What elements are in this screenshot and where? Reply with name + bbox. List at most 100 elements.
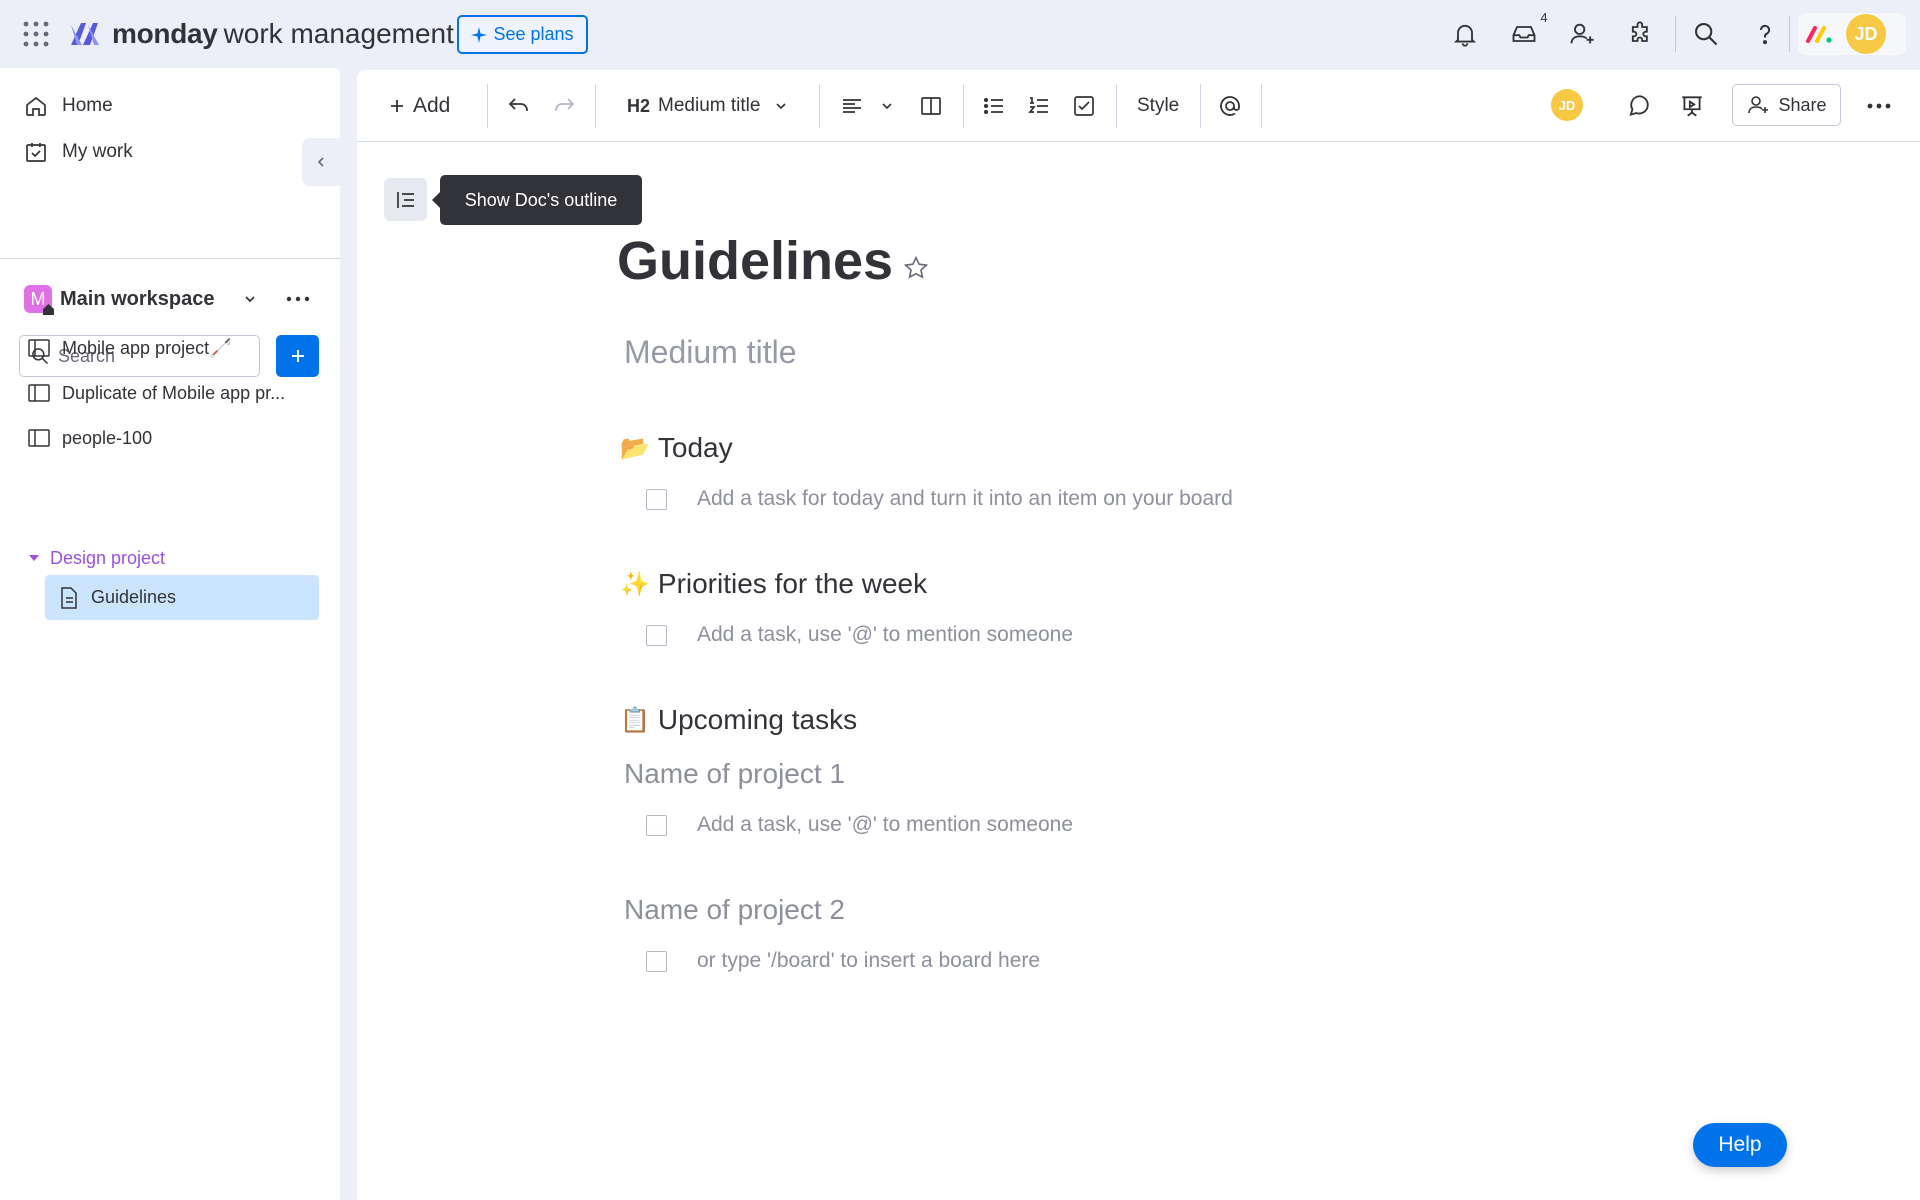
mention-button[interactable] xyxy=(1218,86,1242,126)
task-item[interactable]: Add a task for today and turn it into an… xyxy=(646,484,1233,514)
caret-down-icon xyxy=(28,552,40,564)
separator xyxy=(487,84,488,128)
home-icon xyxy=(24,94,48,118)
brand-name: monday work management xyxy=(112,18,454,49)
align-dropdown[interactable] xyxy=(840,86,894,126)
monday-logo[interactable]: monday work management xyxy=(68,17,454,51)
folder-label: Design project xyxy=(50,547,166,568)
invite-member-icon[interactable] xyxy=(1568,20,1596,48)
comments-button[interactable] xyxy=(1627,86,1653,126)
search-icon[interactable] xyxy=(1692,20,1720,48)
user-avatar[interactable]: JD xyxy=(1846,14,1886,54)
columns-icon xyxy=(919,94,943,118)
add-item-button[interactable] xyxy=(276,335,319,377)
add-block-button[interactable]: Add xyxy=(389,86,450,126)
separator xyxy=(963,84,964,128)
checkbox-icon xyxy=(1072,94,1096,118)
style-button[interactable]: Style xyxy=(1137,86,1179,126)
inbox-icon[interactable] xyxy=(1510,20,1538,48)
task-placeholder[interactable]: Add a task, use '@' to mention someone xyxy=(697,813,1073,837)
separator xyxy=(1200,84,1201,128)
puzzle-icon[interactable] xyxy=(1627,20,1655,48)
separator xyxy=(1675,16,1676,52)
bullet-list-button[interactable] xyxy=(982,86,1006,126)
more-options-button[interactable] xyxy=(1865,86,1893,126)
section-heading-upcoming[interactable]: 📋 Upcoming tasks xyxy=(620,704,857,736)
share-button[interactable]: Share xyxy=(1732,84,1841,126)
comment-icon xyxy=(1627,93,1653,119)
help-button[interactable]: Help xyxy=(1693,1123,1787,1167)
task-item[interactable]: or type '/board' to insert a board here xyxy=(646,946,1040,976)
task-placeholder[interactable]: Add a task for today and turn it into an… xyxy=(697,487,1233,511)
task-placeholder[interactable]: Add a task, use '@' to mention someone xyxy=(697,623,1073,647)
doc-outline-button[interactable] xyxy=(384,178,427,221)
task-checkbox[interactable] xyxy=(646,624,667,646)
project-heading-placeholder[interactable]: Name of project 1 xyxy=(624,758,845,790)
chevron-down-icon xyxy=(880,99,894,113)
workspace-more-icon[interactable] xyxy=(284,288,312,310)
separator xyxy=(819,84,820,128)
inbox-count-badge: 4 xyxy=(1536,10,1552,26)
home-mini-icon xyxy=(42,303,55,316)
collaborator-avatar[interactable]: JD xyxy=(1551,89,1583,121)
at-sign-icon xyxy=(1218,94,1242,118)
sidebar-item-label: Mobile app project🦯 xyxy=(62,337,232,358)
outline-icon xyxy=(395,189,417,211)
plus-icon xyxy=(290,348,306,364)
board-icon xyxy=(28,428,50,448)
nav-my-work[interactable]: My work xyxy=(24,132,133,172)
task-placeholder[interactable]: or type '/board' to insert a board here xyxy=(697,949,1040,973)
sidebar-item-mobile-app-project[interactable]: Mobile app project🦯 xyxy=(28,328,232,368)
sidebar-item-duplicate-mobile-app[interactable]: Duplicate of Mobile app pr... xyxy=(28,373,285,413)
numbered-list-icon xyxy=(1027,94,1051,118)
bell-icon[interactable] xyxy=(1451,20,1479,48)
sidebar-item-label: Guidelines xyxy=(91,587,177,607)
collapse-sidebar-button[interactable] xyxy=(302,138,340,186)
star-icon[interactable] xyxy=(903,255,929,281)
align-left-icon xyxy=(840,94,864,118)
task-checkbox[interactable] xyxy=(646,488,667,510)
doc-toolbar: Add H2 Medium title Style JD Share xyxy=(357,70,1920,142)
separator xyxy=(1789,16,1790,52)
document-area: Add H2 Medium title Style JD Share Show … xyxy=(357,70,1920,1200)
undo-button[interactable] xyxy=(507,86,531,126)
calendar-check-icon xyxy=(24,140,48,164)
present-button[interactable] xyxy=(1679,86,1705,126)
checklist-button[interactable] xyxy=(1072,86,1096,126)
sidebar-item-label: people-100 xyxy=(62,427,153,448)
help-question-icon[interactable] xyxy=(1751,20,1779,48)
separator xyxy=(1261,84,1262,128)
chevron-down-icon xyxy=(774,99,788,113)
task-checkbox[interactable] xyxy=(646,950,667,972)
section-heading-label: Today xyxy=(657,432,733,463)
sidebar-item-guidelines[interactable]: Guidelines xyxy=(45,575,319,620)
title-placeholder[interactable]: Medium title xyxy=(624,334,797,371)
apps-grid-icon[interactable] xyxy=(22,20,50,48)
redo-button[interactable] xyxy=(552,86,576,126)
section-heading-today[interactable]: 📂 Today xyxy=(620,432,733,464)
presentation-icon xyxy=(1679,93,1705,119)
section-heading-label: Upcoming tasks xyxy=(657,704,858,735)
task-checkbox[interactable] xyxy=(646,814,667,836)
nav-home[interactable]: Home xyxy=(24,86,113,126)
add-label: Add xyxy=(413,94,451,117)
nav-my-work-label: My work xyxy=(62,141,133,162)
layout-columns-button[interactable] xyxy=(919,86,943,126)
see-plans-button[interactable]: See plans xyxy=(457,15,588,54)
style-label: Style xyxy=(1137,95,1180,116)
doc-title[interactable]: Guidelines xyxy=(617,230,893,292)
chevron-left-icon xyxy=(315,156,327,168)
heading-style-dropdown[interactable]: H2 Medium title xyxy=(627,86,788,126)
sidebar-item-people-100[interactable]: people-100 xyxy=(28,418,152,458)
heading-style-label: Medium title xyxy=(658,95,761,116)
section-heading-label: Priorities for the week xyxy=(657,568,928,599)
sidebar-folder-design-project[interactable]: Design project xyxy=(28,540,165,576)
project-heading-placeholder[interactable]: Name of project 2 xyxy=(624,894,845,926)
task-item[interactable]: Add a task, use '@' to mention someone xyxy=(646,620,1073,650)
section-heading-priorities[interactable]: ✨ Priorities for the week xyxy=(620,568,927,600)
monday-products-icon xyxy=(1806,23,1834,45)
task-item[interactable]: Add a task, use '@' to mention someone xyxy=(646,810,1073,840)
numbered-list-button[interactable] xyxy=(1027,86,1051,126)
workspace-selector[interactable]: M Main workspace xyxy=(24,283,257,315)
sidebar: Home My work M Main workspace Search Mob… xyxy=(0,68,340,1200)
